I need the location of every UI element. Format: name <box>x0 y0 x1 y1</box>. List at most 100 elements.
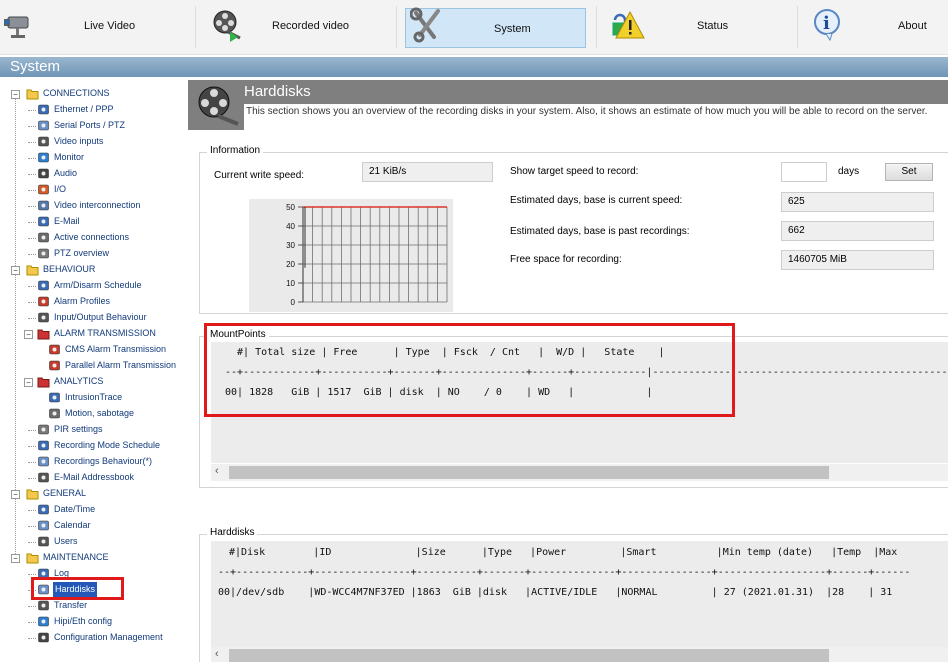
sidebar-item-label: PTZ overview <box>54 248 110 258</box>
sidebar-item-label: Motion, sabotage <box>65 408 135 418</box>
settings-item-icon <box>37 247 50 260</box>
settings-item-icon <box>37 423 50 436</box>
tree-expander-icon[interactable]: − <box>11 90 20 99</box>
window-title-bar: System <box>0 57 948 77</box>
settings-item-icon <box>37 295 50 308</box>
free-space-value: 1460705 MiB <box>781 250 934 270</box>
sidebar-item-label: ANALYTICS <box>54 376 104 386</box>
nav-live-video[interactable]: Live Video <box>0 0 195 55</box>
harddisks-legend: Harddisks <box>207 527 258 538</box>
camera-icon <box>0 8 34 45</box>
sidebar-tree: − CONNECTIONS Ethernet / PPP Serial Ports /… <box>0 77 188 662</box>
tree-guide-line <box>28 238 36 239</box>
settings-item-icon <box>48 359 61 372</box>
tree-expander-icon[interactable]: − <box>24 330 33 339</box>
tree-guide-line <box>28 302 36 303</box>
settings-item-icon <box>48 391 61 404</box>
tree-guide-line <box>28 462 36 463</box>
settings-item-icon <box>37 231 50 244</box>
warning-lock-icon <box>611 8 645 45</box>
page-title: Harddisks <box>244 83 311 100</box>
settings-item-icon <box>37 311 50 324</box>
tree-guide-line <box>28 206 36 207</box>
nav-status[interactable]: Status <box>597 0 797 55</box>
settings-item-icon <box>37 631 50 644</box>
scroll-left-icon[interactable]: ‹ <box>215 648 219 660</box>
folder-icon <box>26 487 39 500</box>
settings-item-icon <box>48 343 61 356</box>
highlight-box-harddisks <box>31 577 124 600</box>
nav-recorded-video[interactable]: Recorded video <box>196 0 396 55</box>
tree-guide-line <box>28 430 36 431</box>
settings-item-icon <box>37 167 50 180</box>
tree-guide-line <box>28 254 36 255</box>
sidebar-item-label: Video inputs <box>54 136 104 146</box>
sidebar-item-label: Parallel Alarm Transmission <box>65 360 177 370</box>
settings-item-icon <box>37 119 50 132</box>
sidebar-item-label: Users <box>54 536 78 546</box>
sidebar-item-label: BEHAVIOUR <box>43 264 96 274</box>
sidebar-item-label: Audio <box>54 168 78 178</box>
sidebar-item-label: Transfer <box>54 600 88 610</box>
nav-system[interactable]: System <box>405 7 586 48</box>
nav-about[interactable]: i About <box>798 0 948 55</box>
chart-ytick-label: 50 <box>286 203 295 212</box>
target-speed-input[interactable] <box>781 162 827 182</box>
svg-text:i: i <box>823 13 830 34</box>
settings-item-icon <box>37 151 50 164</box>
sidebar-item-label: E-Mail Addressbook <box>54 472 135 482</box>
sidebar-item-label: I/O <box>54 184 67 194</box>
est-past-value: 662 <box>781 221 934 241</box>
tree-expander-icon[interactable]: − <box>11 554 20 563</box>
tree-guide-line <box>28 446 36 447</box>
tree-guide-line <box>28 318 36 319</box>
tree-expander-icon[interactable]: − <box>24 378 33 387</box>
scrollbar-thumb[interactable] <box>229 466 829 479</box>
est-current-label: Estimated days, base is current speed: <box>510 195 683 206</box>
settings-item-icon <box>37 135 50 148</box>
sidebar-item-label: Arm/Disarm Schedule <box>54 280 142 290</box>
sidebar-item-label: Recordings Behaviour(*) <box>54 456 153 466</box>
tree-guide-line <box>28 158 36 159</box>
scroll-left-icon[interactable]: ‹ <box>215 465 219 477</box>
tree-guide-line <box>28 574 36 575</box>
scrollbar-thumb[interactable] <box>229 649 829 662</box>
folder-icon <box>37 327 50 340</box>
app-window: Live Video Recorded video System Status <box>0 0 948 662</box>
tree-expander-icon[interactable]: − <box>11 266 20 275</box>
sidebar-item-label: CMS Alarm Transmission <box>65 344 167 354</box>
tree-guide-line <box>28 126 36 127</box>
settings-item-icon <box>37 199 50 212</box>
tree-guide-line <box>28 478 36 479</box>
sidebar-item-label: Active connections <box>54 232 130 242</box>
harddisks-scrollbar[interactable]: ‹ <box>211 647 948 662</box>
set-button[interactable]: Set <box>885 163 933 181</box>
sidebar-item-label: CONNECTIONS <box>43 88 110 98</box>
sidebar-item-label: Alarm Profiles <box>54 296 111 306</box>
sidebar-item-label: Ethernet / PPP <box>54 104 114 114</box>
chart-ytick-label: 20 <box>286 260 295 269</box>
sidebar-item-label: Recording Mode Schedule <box>54 440 161 450</box>
tree-expander-icon[interactable]: − <box>11 490 20 499</box>
wrench-icon <box>409 7 444 48</box>
days-label: days <box>838 166 860 177</box>
sidebar-item-label: ALARM TRANSMISSION <box>54 328 156 338</box>
tree-guide-line <box>28 174 36 175</box>
sidebar-item-label: IntrusionTrace <box>65 392 123 402</box>
page-description: This section shows you an overview of th… <box>244 104 948 130</box>
film-reel-icon <box>210 8 244 47</box>
write-speed-chart: 50 40 30 20 10 0 <box>249 199 453 312</box>
settings-item-icon <box>48 407 61 420</box>
tree-guide-line <box>28 638 36 639</box>
settings-item-icon <box>37 103 50 116</box>
folder-icon <box>26 551 39 564</box>
tree-guide-line <box>28 190 36 191</box>
tree-guide-line <box>28 222 36 223</box>
information-legend: Information <box>207 145 264 156</box>
settings-item-icon <box>37 503 50 516</box>
mountpoints-scrollbar[interactable]: ‹ <box>211 464 948 481</box>
harddisks-console[interactable]: #|Disk |ID |Size |Type |Power |Smart |Mi… <box>211 541 948 647</box>
tree-guide-line <box>28 526 36 527</box>
sidebar-item-label: Configuration Management <box>54 632 163 642</box>
settings-item-icon <box>37 615 50 628</box>
